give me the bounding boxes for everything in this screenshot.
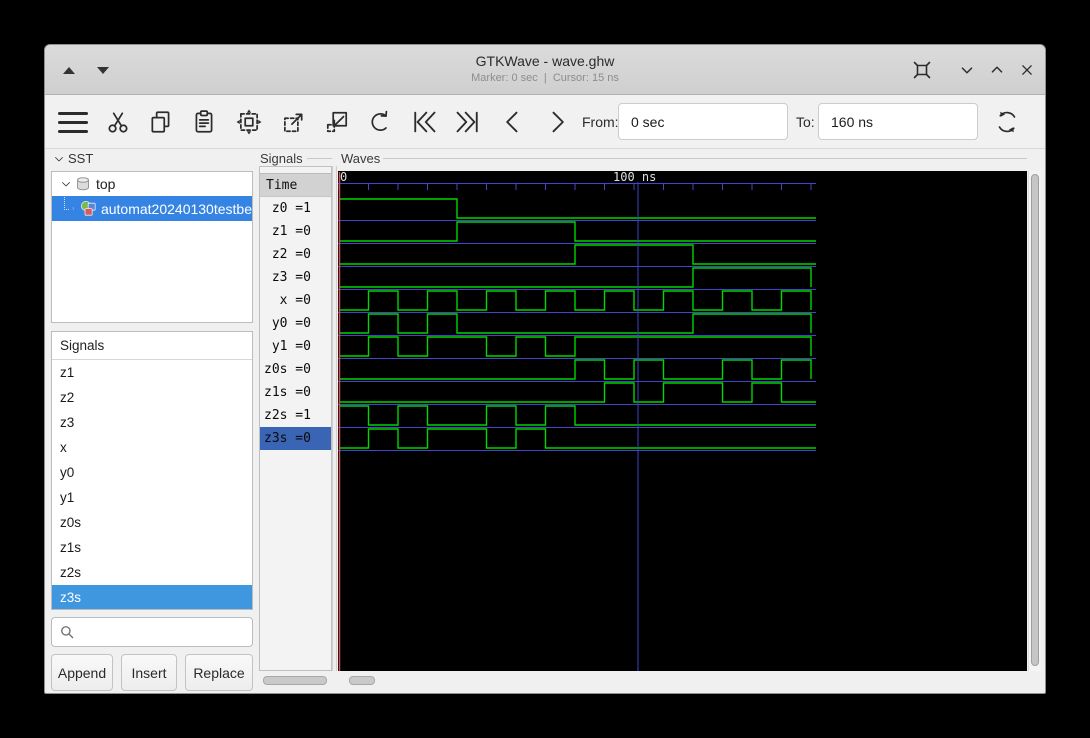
tree-connector — [64, 197, 70, 210]
chevron-down-icon — [961, 67, 973, 74]
frame-line — [383, 158, 1027, 159]
chevron-right-icon — [73, 207, 75, 210]
zoom-fit-icon — [236, 109, 262, 135]
signal-search-field[interactable] — [51, 617, 253, 647]
titlebar: GTKWave - wave.ghw Marker: 0 sec | Curso… — [45, 45, 1045, 95]
module-icon — [80, 201, 96, 216]
close-button[interactable] — [1013, 56, 1041, 84]
go-to-start-button[interactable] — [404, 102, 444, 142]
panel-divider-scrollbar[interactable] — [332, 166, 337, 671]
list-item[interactable]: y0 — [52, 460, 252, 485]
search-icon — [61, 626, 74, 639]
svg-text:0: 0 — [340, 171, 347, 184]
paste-clipboard-icon — [195, 110, 213, 133]
tree-item-label: top — [96, 176, 116, 192]
list-item-selected[interactable]: z3s — [52, 585, 252, 609]
chevron-right-icon — [552, 111, 564, 133]
list-item[interactable]: y1 — [52, 485, 252, 510]
list-item[interactable]: x — [52, 435, 252, 460]
wave-signal-row[interactable]: z0 =1 — [260, 197, 331, 220]
gtkwave-window: GTKWave - wave.ghw Marker: 0 sec | Curso… — [44, 44, 1046, 694]
zoom-fit-button[interactable] — [229, 102, 269, 142]
chevron-down-icon — [62, 182, 70, 187]
chevron-up-icon — [991, 66, 1003, 73]
sst-expander[interactable]: SST — [53, 151, 93, 166]
waves-v-scrollbar-thumb[interactable] — [1031, 174, 1039, 666]
frame-line — [307, 158, 332, 159]
undo-button[interactable] — [360, 102, 400, 142]
list-item[interactable]: z3 — [52, 410, 252, 435]
copy-icon — [151, 111, 170, 133]
menu-button[interactable] — [53, 102, 93, 142]
previous-edge-button[interactable] — [493, 102, 533, 142]
sst-header-label: SST — [68, 151, 94, 166]
signal-list-header: Signals — [52, 332, 252, 360]
from-input[interactable] — [618, 103, 788, 140]
go-to-end-button[interactable] — [448, 102, 488, 142]
minimize-button[interactable] — [953, 56, 981, 84]
list-item[interactable]: z1s — [52, 535, 252, 560]
to-label: To: — [796, 114, 815, 130]
signals-frame-label: Signals — [260, 151, 303, 166]
signals-h-scrollbar-thumb[interactable] — [263, 676, 327, 685]
wave-signal-row[interactable]: z2s =1 — [260, 404, 331, 427]
expander-chevron-icon — [55, 156, 63, 161]
list-item[interactable]: z2 — [52, 385, 252, 410]
skip-to-end-icon — [456, 111, 478, 133]
signal-values-panel: Time z0 =1 z1 =0 z2 =0 z3 =0 x =0 y0 =0 … — [259, 166, 332, 671]
waveform-canvas[interactable]: 0 100 ns — [338, 170, 1027, 671]
waves-frame-label: Waves — [341, 151, 381, 166]
tree-item-top[interactable]: top — [52, 172, 252, 196]
signal-list-panel: Signals z1 z2 z3 x y0 y1 z0s z1s z2s z3s — [51, 331, 253, 610]
to-input[interactable] — [818, 103, 978, 140]
from-label: From: — [582, 114, 619, 130]
wave-signal-row[interactable]: x =0 — [260, 289, 331, 312]
close-icon — [1022, 65, 1032, 75]
marker-cursor-status: Marker: 0 sec | Cursor: 15 ns — [471, 72, 619, 84]
replace-button[interactable]: Replace — [185, 654, 253, 691]
tree-item-automat[interactable]: automat20240130testbe — [52, 196, 252, 221]
fullscreen-button[interactable] — [908, 56, 936, 84]
waves-v-scrollbar[interactable] — [1028, 171, 1041, 671]
zoom-in-icon — [326, 111, 348, 133]
svg-text:100 ns: 100 ns — [613, 171, 656, 184]
list-item[interactable]: z2s — [52, 560, 252, 585]
tree-item-label: automat20240130testbe — [100, 200, 252, 217]
wave-display-area[interactable]: 0 100 ns — [338, 170, 1027, 671]
list-item[interactable]: z1 — [52, 360, 252, 385]
wave-signal-row[interactable]: z2 =0 — [260, 243, 331, 266]
sst-tree-panel: top automat20240130testbe — [51, 171, 253, 323]
toolbar: From: To: — [45, 95, 1045, 149]
hamburger-menu-icon — [58, 111, 88, 133]
list-item[interactable]: z0s — [52, 510, 252, 535]
paste-button[interactable] — [184, 102, 224, 142]
scissors-icon — [108, 112, 128, 133]
zoom-out-button[interactable] — [273, 102, 313, 142]
chevron-left-icon — [506, 111, 518, 133]
wave-signal-row-selected[interactable]: z3s =0 — [260, 427, 331, 450]
wave-signal-row[interactable]: y1 =0 — [260, 335, 331, 358]
cut-button[interactable] — [98, 102, 138, 142]
insert-button[interactable]: Insert — [121, 654, 177, 691]
window-title: GTKWave - wave.ghw — [475, 53, 615, 69]
append-button[interactable]: Append — [51, 654, 113, 691]
scope-cylinder-icon — [77, 177, 89, 191]
time-header[interactable]: Time — [260, 173, 331, 197]
wave-signal-row[interactable]: z1 =0 — [260, 220, 331, 243]
wave-signal-row[interactable]: z0s =0 — [260, 358, 331, 381]
undo-icon — [371, 110, 388, 131]
waves-h-scrollbar-thumb[interactable] — [349, 676, 375, 685]
reload-button[interactable] — [987, 102, 1027, 142]
skip-to-start-icon — [414, 111, 436, 133]
copy-button[interactable] — [141, 102, 181, 142]
next-edge-button[interactable] — [537, 102, 577, 142]
zoom-in-button[interactable] — [317, 102, 357, 142]
wave-signal-row[interactable]: y0 =0 — [260, 312, 331, 335]
maximize-button[interactable] — [983, 56, 1011, 84]
fullscreen-icon — [913, 61, 931, 79]
wave-signal-row[interactable]: z3 =0 — [260, 266, 331, 289]
reload-icon — [998, 111, 1016, 133]
zoom-out-icon — [284, 113, 303, 133]
wave-signal-row[interactable]: z1s =0 — [260, 381, 331, 404]
